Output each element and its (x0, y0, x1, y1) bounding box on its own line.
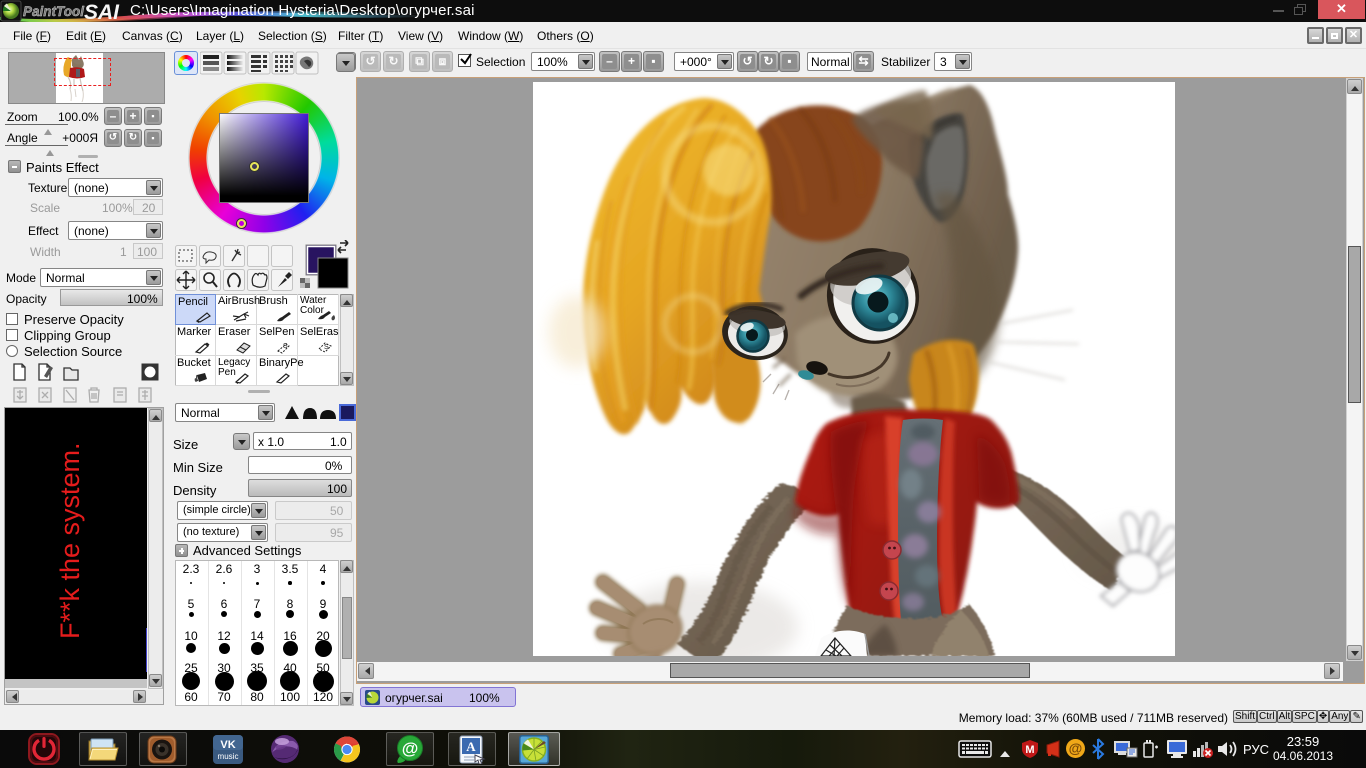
svg-text:music: music (218, 752, 239, 761)
svg-text:S: S (324, 344, 329, 351)
svg-text:M: M (1025, 744, 1034, 756)
svg-text:VK: VK (220, 739, 235, 751)
svg-text:S: S (283, 343, 288, 350)
svg-text:PaintTool: PaintTool (23, 4, 84, 19)
svg-text:A: A (466, 739, 476, 754)
svg-text:@: @ (402, 739, 419, 758)
svg-text:SAI: SAI (84, 1, 120, 22)
